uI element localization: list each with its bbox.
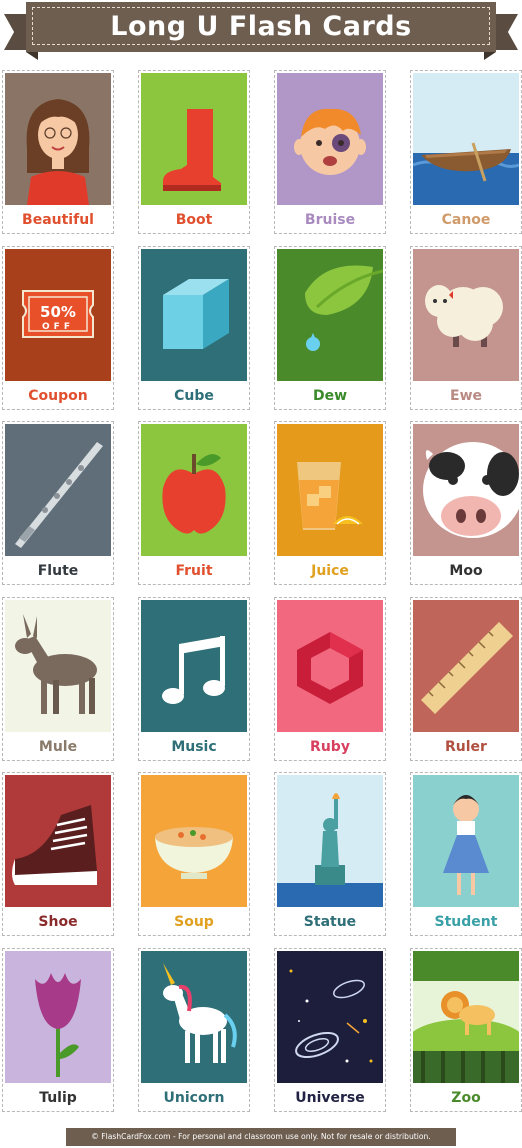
card-label: Music: [171, 739, 217, 755]
card-label: Bruise: [304, 212, 356, 228]
canoe-icon: [413, 73, 519, 205]
statue-of-liberty-icon: [277, 775, 383, 907]
flash-card-dew: Dew: [274, 246, 386, 410]
flash-card-music: Music: [138, 597, 250, 761]
cow-icon: [413, 424, 519, 556]
juice-icon: [277, 424, 383, 556]
ruby-icon: [277, 600, 383, 732]
flash-card-ewe: Ewe: [410, 246, 522, 410]
ribbon-fold-right: [484, 52, 496, 60]
card-label: Coupon: [28, 388, 88, 404]
ruler-icon: [413, 600, 519, 732]
card-label: Ewe: [450, 388, 482, 404]
galaxy-icon: [277, 951, 383, 1083]
flute-icon: [5, 424, 111, 556]
tulip-icon: [5, 951, 111, 1083]
flash-card-fruit: Fruit: [138, 421, 250, 585]
flash-card-beautiful: Beautiful: [2, 70, 114, 234]
bruised-boy-icon: [277, 73, 383, 205]
card-label: Moo: [449, 563, 483, 579]
card-label: Canoe: [441, 212, 491, 228]
flash-card-bruise: Bruise: [274, 70, 386, 234]
page-title: Long U Flash Cards: [110, 11, 412, 42]
card-label: Dew: [312, 388, 348, 404]
flash-card-unicorn: Unicorn: [138, 948, 250, 1112]
card-label: Flute: [37, 563, 79, 579]
zoo-lion-icon: [413, 951, 519, 1083]
flash-card-mule: Mule: [2, 597, 114, 761]
flash-card-flute: Flute: [2, 421, 114, 585]
flash-card-ruler: Ruler: [410, 597, 522, 761]
flash-card-shoe: Shoe: [2, 772, 114, 936]
title-banner: Long U Flash Cards: [0, 2, 522, 60]
ribbon-fold-left: [26, 52, 38, 60]
student-icon: [413, 775, 519, 907]
flash-card-boot: Boot: [138, 70, 250, 234]
boot-icon: [141, 73, 247, 205]
card-label: Cube: [174, 388, 214, 404]
sheep-icon: [413, 249, 519, 381]
flash-card-moo: Moo: [410, 421, 522, 585]
card-label: Student: [434, 914, 498, 930]
card-label: Mule: [38, 739, 78, 755]
card-label: Statue: [303, 914, 357, 930]
flash-card-cube: Cube: [138, 246, 250, 410]
music-note-icon: [141, 600, 247, 732]
card-label: Tulip: [39, 1090, 77, 1106]
flash-card-coupon: 50% OFF Coupon: [2, 246, 114, 410]
flash-card-zoo: Zoo: [410, 948, 522, 1112]
dew-leaf-icon: [277, 249, 383, 381]
card-label: Universe: [295, 1090, 365, 1106]
flash-card-canoe: Canoe: [410, 70, 522, 234]
footer-text: © FlashCardFox.com - For personal and cl…: [91, 1132, 431, 1141]
card-label: Unicorn: [163, 1090, 225, 1106]
svg-text:OFF: OFF: [42, 322, 74, 332]
flash-card-ruby: Ruby: [274, 597, 386, 761]
cube-icon: [141, 249, 247, 381]
flash-card-tulip: Tulip: [2, 948, 114, 1112]
flash-card-juice: Juice: [274, 421, 386, 585]
svg-text:50%: 50%: [40, 303, 76, 321]
card-label: Zoo: [451, 1090, 481, 1106]
apple-icon: [141, 424, 247, 556]
card-label: Soup: [174, 914, 214, 930]
footer-bar: © FlashCardFox.com - For personal and cl…: [66, 1128, 456, 1146]
flash-card-student: Student: [410, 772, 522, 936]
card-label: Juice: [311, 563, 349, 579]
card-label: Shoe: [38, 914, 78, 930]
soup-icon: [141, 775, 247, 907]
unicorn-icon: [141, 951, 247, 1083]
woman-icon: [5, 73, 111, 205]
card-label: Ruby: [310, 739, 350, 755]
mule-icon: [5, 600, 111, 732]
card-label: Ruler: [445, 739, 487, 755]
card-label: Beautiful: [22, 212, 94, 228]
shoe-icon: [5, 775, 111, 907]
flash-card-soup: Soup: [138, 772, 250, 936]
card-label: Boot: [175, 212, 213, 228]
coupon-icon: 50% OFF: [5, 249, 111, 381]
flash-card-statue: Statue: [274, 772, 386, 936]
flash-card-universe: Universe: [274, 948, 386, 1112]
card-label: Fruit: [175, 563, 213, 579]
